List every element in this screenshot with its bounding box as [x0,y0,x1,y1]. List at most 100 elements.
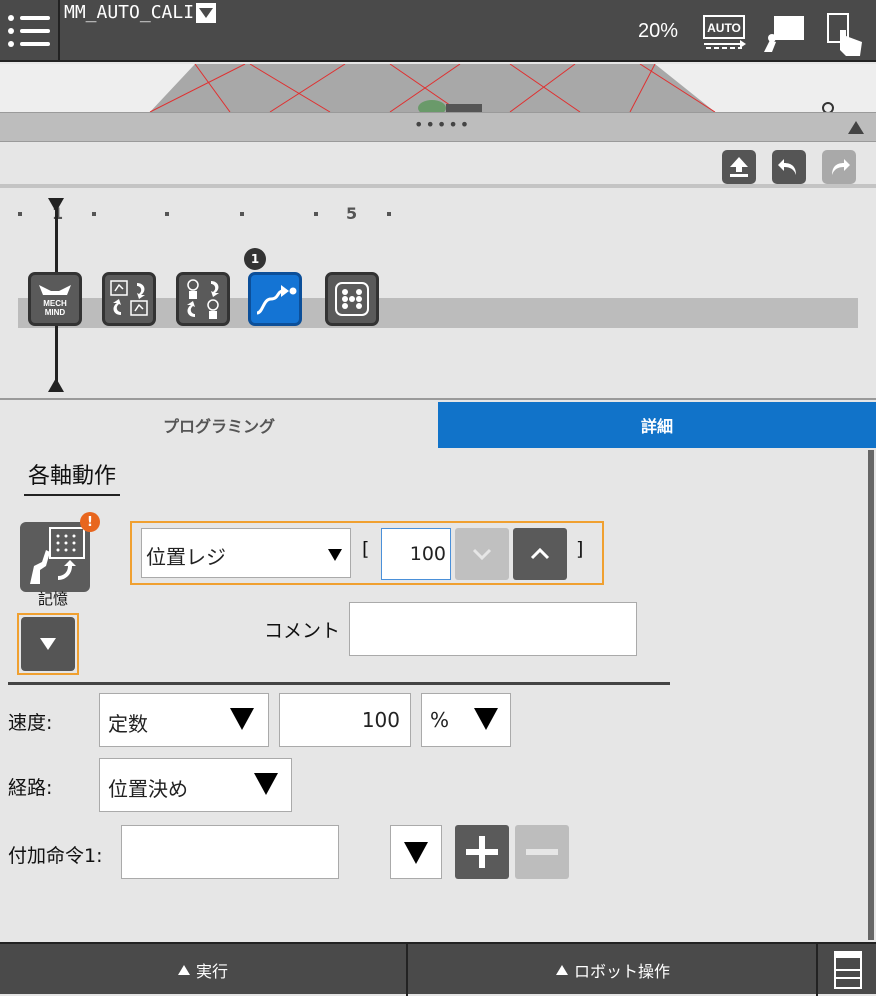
bracket-close: ] [576,538,584,560]
comment-input[interactable] [349,602,637,656]
comment-label: コメント [264,620,341,642]
upload-icon [730,157,748,177]
drag-handle-icon[interactable]: ••••• [414,115,471,134]
coordinate-switch-icon [110,280,148,316]
remove-instruction-button[interactable] [515,825,569,879]
tab-detail[interactable]: 詳細 [438,402,876,448]
chevron-down-icon[interactable] [196,2,217,23]
register-type-value: 位置レジ [146,545,226,569]
upload-button[interactable] [722,150,756,184]
detail-panel: 各軸動作 ! 記憶 位置レジ [ 100 ] コメント 速度: 定数 100 %… [0,450,876,942]
speed-unit-select[interactable]: % [421,693,511,747]
auto-mode-icon[interactable]: AUTO [700,12,746,52]
editor-toolbar [0,142,876,188]
top-bar: MM_AUTO_CALI 20% AUTO [0,0,876,62]
chevron-up-icon [530,548,550,560]
auto-mode-label: AUTO [707,21,741,35]
run-label: 実行 [195,962,228,981]
run-panel-button[interactable]: 実行 [0,944,408,996]
collapse-up-icon[interactable] [848,121,864,134]
dropdown-arrow-icon [474,708,498,730]
cursor-bottom-marker[interactable] [48,378,64,392]
add-instruction-button[interactable] [455,825,509,879]
teach-pendant-icon[interactable] [760,12,804,52]
speed-value: 100 [361,708,400,732]
expand-button-frame [17,613,79,675]
robot-operation-button[interactable]: ロボット操作 [410,944,818,996]
view-splitter[interactable]: ••••• [0,112,876,142]
layout-switch-button[interactable] [820,944,876,996]
speed-value-input[interactable]: 100 [279,693,411,747]
mech-mind-label-bottom: MIND [45,308,66,317]
speed-label: 速度: [8,712,53,734]
tab-programming[interactable]: プログラミング [0,402,438,448]
bracket-open: [ [362,538,370,560]
register-type-select[interactable]: 位置レジ [141,528,351,578]
node-tool-switch[interactable] [176,272,230,326]
3d-view[interactable] [0,64,876,112]
dropdown-arrow-icon [404,842,428,864]
command-title: 各軸動作 [24,458,121,496]
timeline-tick [314,212,318,216]
node-mech-mind[interactable]: MECH MIND [28,272,82,326]
chevron-down-icon [40,638,56,650]
robot-teach-icon [30,527,85,584]
node-dice[interactable] [325,272,379,326]
speed-type-value: 定数 [108,712,148,736]
section-divider [8,682,670,685]
teach-label: 記憶 [38,590,69,608]
timeline-tick [18,212,22,216]
speed-unit-value: % [430,708,450,732]
timeline-tick [387,212,391,216]
path-move-icon [256,285,297,315]
path-type-value: 位置決め [108,777,188,801]
tool-switch-icon [187,279,219,319]
program-timeline[interactable]: 1 5 MECH MIND [0,192,876,400]
dice-icon [335,282,369,316]
path-type-select[interactable]: 位置決め [99,758,292,812]
minus-icon [526,849,558,855]
layout-icon [834,951,862,989]
timeline-tick [92,212,96,216]
speed-type-select[interactable]: 定数 [99,693,269,747]
register-number-value: 100 [409,543,446,565]
mech-mind-label-top: MECH [43,299,67,308]
timeline-tick [165,212,169,216]
teach-position-button[interactable] [20,522,90,592]
program-name-selector[interactable]: MM_AUTO_CALI [64,2,217,23]
register-number-input[interactable]: 100 [381,528,451,580]
register-increment-button[interactable] [513,528,567,580]
dropdown-arrow-icon [328,549,342,561]
additional-instruction-label: 付加命令1: [8,845,103,867]
dropdown-arrow-icon [254,773,278,795]
bottom-bar: 実行 ロボット操作 [0,942,876,996]
main-menu-button[interactable] [0,0,60,62]
selected-node-badge: 1 [244,248,266,270]
undo-icon [778,159,796,175]
expand-button[interactable] [21,617,75,671]
plus-icon [466,836,498,868]
panel-tabs: プログラミング 詳細 [0,402,876,448]
dropdown-arrow-icon [230,708,254,730]
expand-up-icon [177,965,190,975]
override-speed[interactable]: 20% [638,20,678,43]
node-joint-move-selected[interactable] [248,272,302,326]
redo-button[interactable] [822,150,856,184]
additional-instruction-input[interactable] [121,825,339,879]
register-decrement-button[interactable] [455,528,509,580]
node-coordinate-switch[interactable] [102,272,156,326]
timeline-tick [240,212,244,216]
robot-operation-label: ロボット操作 [573,962,670,981]
additional-instruction-dropdown[interactable] [390,825,442,879]
program-name: MM_AUTO_CALI [64,2,195,23]
timeline-tick-label: 5 [346,204,358,223]
undo-button[interactable] [772,150,806,184]
expand-up-icon [555,965,568,975]
scrollbar[interactable] [868,450,874,940]
touch-screen-icon[interactable] [822,12,866,56]
path-label: 経路: [8,777,53,799]
chevron-down-icon [472,548,492,560]
cursor-top-marker[interactable] [48,198,64,212]
redo-icon [832,159,850,175]
warning-badge: ! [80,512,100,532]
